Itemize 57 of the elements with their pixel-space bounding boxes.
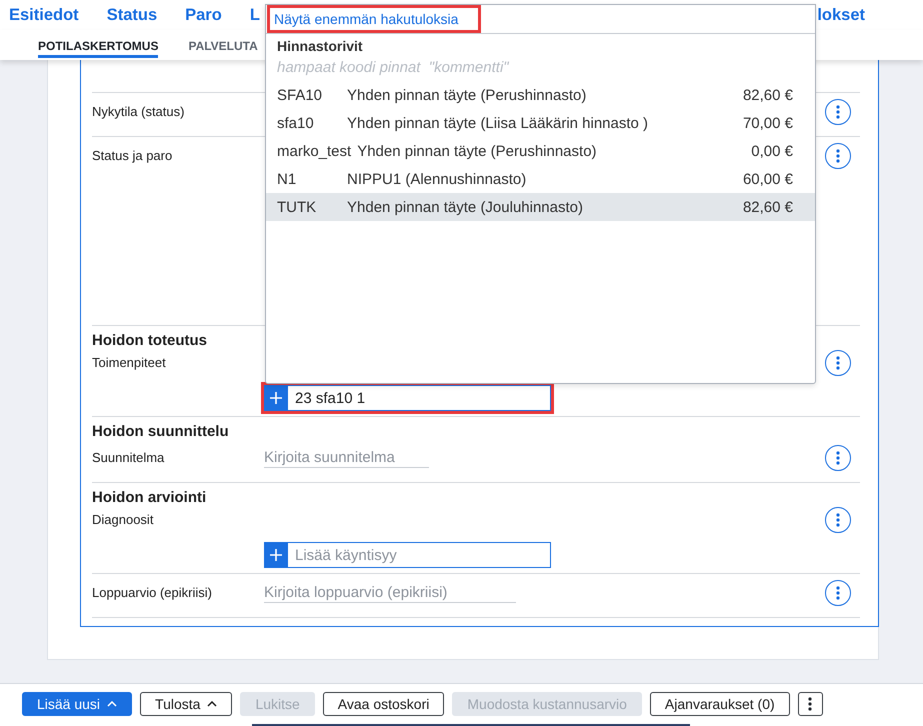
kebab-icon <box>836 105 840 120</box>
more-button[interactable] <box>798 692 823 716</box>
result-price: 82,60 € <box>742 86 793 104</box>
sub-tab[interactable]: PALVELUTA <box>188 30 258 58</box>
result-code: marko_test <box>277 142 352 160</box>
result-code: SFA10 <box>277 86 324 104</box>
result-row[interactable]: N1 NIPPU1 (Alennushinnasto) 60,00 € <box>266 165 815 193</box>
toolbar-button[interactable]: Lisää uusi <box>22 692 132 716</box>
input-field[interactable]: 23 sfa10 1 <box>288 385 551 411</box>
field-label: Loppuarvio (epikriisi) <box>92 585 213 601</box>
nav-tab[interactable]: Paro <box>185 6 222 24</box>
nav-tab[interactable]: Status <box>106 6 158 24</box>
kebab-icon <box>836 451 840 465</box>
result-row[interactable]: TUTK Yhden pinnan täyte (Jouluhinnasto) 82,60 € <box>266 193 815 221</box>
group-title: Hinnastorivit <box>276 37 364 56</box>
result-name: Yhden pinnan täyte (Perushinnasto) <box>357 142 598 160</box>
result-row[interactable]: marko_test Yhden pinnan täyte (Perushinnasto) 0,00 € <box>266 137 815 165</box>
kebab-icon <box>808 697 812 711</box>
nav-tab[interactable]: lokset <box>817 6 865 24</box>
result-code: N1 <box>277 170 298 188</box>
field-label: Toimenpiteet <box>92 355 167 371</box>
kebab-icon <box>836 356 840 370</box>
field-label: Nykytila (status) <box>92 104 186 120</box>
field-label: Suunnitelma <box>92 450 166 466</box>
result-name: Yhden pinnan täyte (Liisa Lääkärin hinnasto ) <box>347 114 650 132</box>
kebab-icon <box>836 149 840 164</box>
nav-tab[interactable]: L <box>250 6 260 24</box>
field-label: Status ja paro <box>92 148 174 164</box>
more-results-link[interactable]: Näytä enemmän hakutuloksia <box>270 11 478 27</box>
result-name: NIPPU1 (Alennushinnasto) <box>347 170 528 188</box>
add-button[interactable] <box>264 542 288 568</box>
result-price: 0,00 € <box>751 142 793 160</box>
scrollbar-thumb[interactable] <box>252 724 690 726</box>
field-label: Diagnoosit <box>92 512 154 528</box>
section-heading: Hoidon toteutus <box>92 332 208 350</box>
result-row[interactable]: SFA10 Yhden pinnan täyte (Perushinnasto) 82,60 € <box>266 81 815 109</box>
kebab-icon <box>836 513 840 527</box>
toolbar-button[interactable]: Avaa ostoskori <box>322 692 444 716</box>
result-price: 82,60 € <box>742 198 793 216</box>
plus-icon <box>270 392 282 404</box>
result-name: Yhden pinnan täyte (Perushinnasto) <box>347 86 588 104</box>
input-field[interactable]: Lisää käyntisyy <box>288 542 551 568</box>
search-hint: hampaat koodi pinnat "kommentti" <box>276 58 510 78</box>
section-heading: Hoidon arviointi <box>92 489 208 507</box>
plus-icon <box>270 549 282 561</box>
result-code: TUTK <box>277 198 318 216</box>
add-button[interactable] <box>264 385 288 411</box>
result-row[interactable]: sfa10 Yhden pinnan täyte (Liisa Lääkärin hinnasto ) 70,00 € <box>266 109 815 137</box>
toolbar-button[interactable]: Tulosta <box>140 692 232 716</box>
toolbar-button[interactable]: Ajanvaraukset (0) <box>650 692 790 716</box>
result-price: 70,00 € <box>742 114 793 132</box>
kebab-icon <box>836 586 840 600</box>
result-price: 60,00 € <box>742 170 793 188</box>
result-name: Yhden pinnan täyte (Jouluhinnasto) <box>347 198 584 216</box>
nav-tab[interactable]: Esitiedot <box>9 6 79 24</box>
result-code: sfa10 <box>277 114 315 132</box>
section-heading: Hoidon suunnittelu <box>92 423 230 441</box>
